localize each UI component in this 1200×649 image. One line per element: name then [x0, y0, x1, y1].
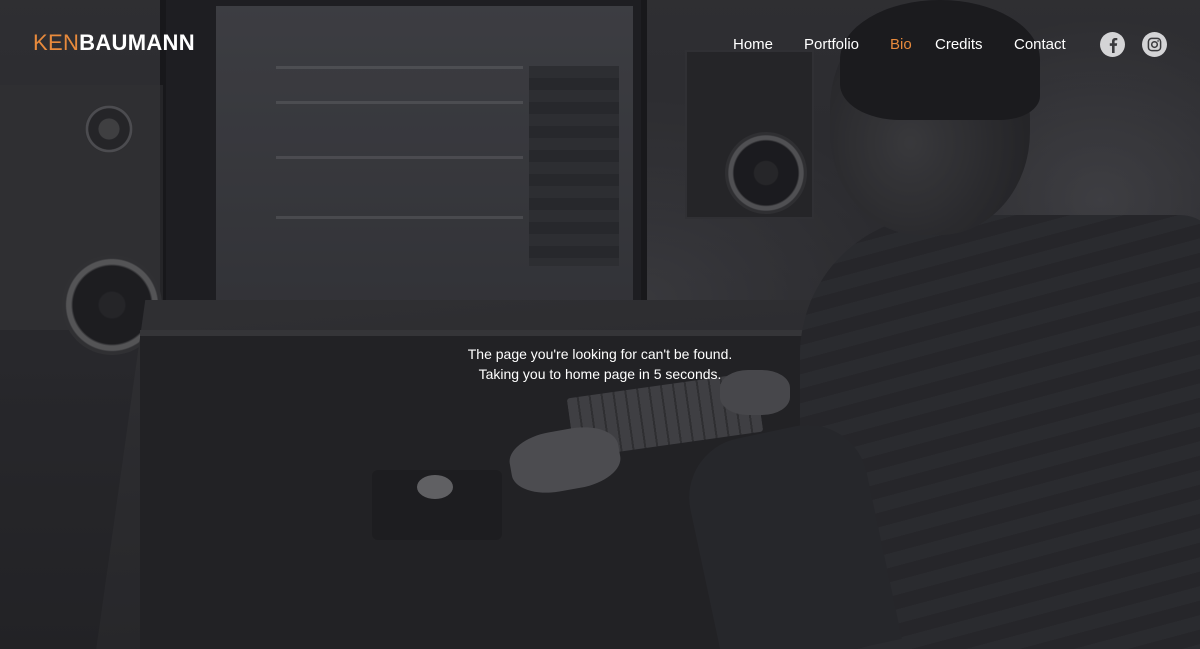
instagram-link[interactable] — [1142, 32, 1167, 57]
nav-item-credits[interactable]: Credits — [935, 36, 983, 53]
site-header: KENBAUMANN Home Portfolio Bio Credits Co… — [0, 0, 1200, 88]
nav-item-portfolio[interactable]: Portfolio — [804, 36, 859, 53]
not-found-message: The page you're looking for can't be fou… — [0, 344, 1200, 384]
main-nav: Home Portfolio Bio Credits Contact — [0, 36, 1200, 56]
nav-item-home[interactable]: Home — [733, 36, 773, 53]
page: KENBAUMANN Home Portfolio Bio Credits Co… — [0, 0, 1200, 649]
background-studio-image — [0, 0, 1200, 649]
not-found-text: The page you're looking for can't be fou… — [467, 346, 733, 362]
redirect-countdown-text: Taking you to home page in 5 seconds. — [478, 366, 722, 382]
dark-overlay — [0, 0, 1200, 649]
nav-item-bio[interactable]: Bio — [890, 36, 912, 53]
facebook-icon — [1109, 37, 1117, 53]
facebook-link[interactable] — [1100, 32, 1125, 57]
instagram-icon — [1147, 37, 1162, 52]
nav-item-contact[interactable]: Contact — [1014, 36, 1066, 53]
